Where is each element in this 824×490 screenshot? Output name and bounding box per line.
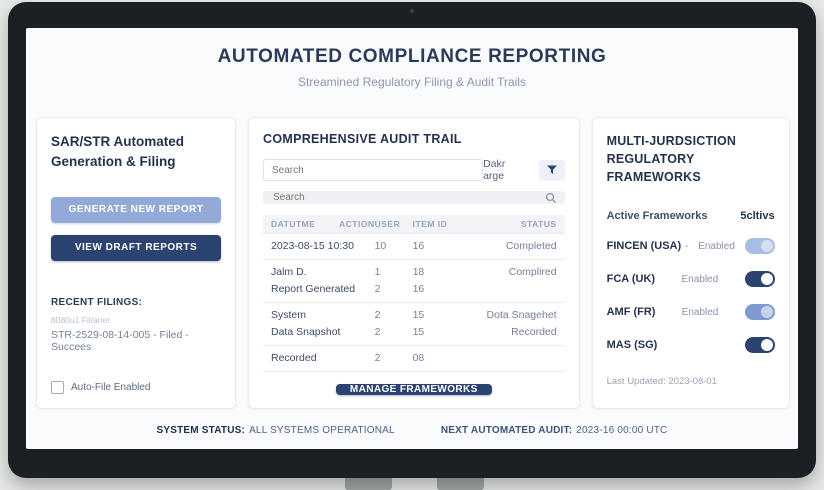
page-title: AUTOMATED COMPLIANCE REPORTING xyxy=(217,46,607,67)
col-header-status: STATUS xyxy=(520,219,557,229)
monitor-frame: AUTOMATED COMPLIANCE REPORTING Streamine… xyxy=(8,2,816,478)
table-row: Recorded 2 08 xyxy=(263,346,565,372)
frameworks-panel: MULTI-JURDSICTION REGULATORY FRAMEWORKS … xyxy=(591,117,790,409)
framework-status: Enabled xyxy=(681,273,719,285)
framework-row-fincen: FINCEN (USA) - Enabled xyxy=(607,237,775,255)
framework-name: AMF (FR) xyxy=(606,306,656,319)
framework-name: FINCEN (USA) xyxy=(606,240,682,253)
audit-table-header: DATUTME ACTION USER ITEM ID STATUS xyxy=(263,215,565,234)
col-header-user: USER xyxy=(374,219,401,229)
col-header-datetime: DATUTME xyxy=(271,219,316,229)
framework-name: MAS (SG) xyxy=(606,339,658,352)
view-drafts-button[interactable]: VIEW DRAFT REPORTS xyxy=(51,234,221,261)
framework-separator: - xyxy=(685,240,689,252)
date-range-label: Dakr arge xyxy=(483,158,506,182)
search-bar xyxy=(263,191,565,204)
search-input-secondary[interactable] xyxy=(271,191,545,204)
next-audit-value: 2023-16 00:00 UTC xyxy=(576,425,668,436)
next-audit-label: NEXT AUTOMATED AUDIT: xyxy=(440,425,573,436)
framework-row-amf: AMF (FR) Enabled xyxy=(607,303,775,321)
audit-trail-panel: COMPREHENSIVE AUDIT TRAIL Dakr arge xyxy=(248,117,580,409)
table-row: 2023-08-15 10:30 10 16 Completed xyxy=(263,234,565,260)
autofile-checkbox[interactable] xyxy=(51,380,64,394)
sar-str-panel: SAR/STR Automated Generation & Filing GE… xyxy=(36,117,236,409)
recent-filings-note: 8080u1 Fil/anet xyxy=(51,314,110,325)
autofile-row: Auto-File Enabled xyxy=(51,380,221,394)
monitor-stand-foot-right xyxy=(437,476,484,490)
next-audit: NEXT AUTOMATED AUDIT: 2023-16 00:00 UTC xyxy=(441,425,668,436)
status-bar: SYSTEM STATUS: ALL SYSTEMS OPERATIONAL NE… xyxy=(26,425,798,449)
system-status-label: SYSTEM STATUS: xyxy=(156,425,246,436)
col-header-item: ITEM ID xyxy=(412,219,448,229)
frameworks-panel-title: MULTI-JURDSICTION REGULATORY FRAMEWORKS xyxy=(606,134,737,185)
table-row: System Data Snapshot 2 2 15 15 Dota Snag… xyxy=(263,303,565,346)
audit-trail-title: COMPREHENSIVE AUDIT TRAIL xyxy=(263,132,462,146)
toggle-amf[interactable] xyxy=(744,304,775,321)
framework-name: FCA (UK) xyxy=(606,273,656,286)
filter-button[interactable] xyxy=(538,159,565,181)
desktop-background: AUTOMATED COMPLIANCE REPORTING Streamine… xyxy=(0,0,824,490)
page-subtitle: Streamined Regulatory Filing & Audit Tra… xyxy=(297,75,527,89)
active-frameworks-row: Active Frameworks 5cltivs xyxy=(607,210,775,222)
recent-filing-entry: STR-2529-08-14-005 - Filed - Succees xyxy=(51,328,189,353)
search-filter-row: Dakr arge xyxy=(263,158,565,182)
cards-row: SAR/STR Automated Generation & Filing GE… xyxy=(26,117,798,409)
framework-row-fca: FCA (UK) Enabled xyxy=(607,270,775,288)
toggle-mas[interactable] xyxy=(744,337,775,354)
framework-status: Enabled xyxy=(681,306,719,318)
generate-report-button[interactable]: GENERATE NEW REPORT xyxy=(51,196,221,223)
last-updated-label: Last Updated: 2023-08-01 xyxy=(606,376,717,388)
framework-row-mas: MAS (SG) xyxy=(607,336,775,354)
system-status-value: ALL SYSTEMS OPERATIONAL xyxy=(249,425,395,436)
framework-status: Enabled xyxy=(698,240,735,252)
toggle-fincen[interactable] xyxy=(744,238,775,255)
search-icon xyxy=(545,192,556,203)
page-header: AUTOMATED COMPLIANCE REPORTING Streamine… xyxy=(26,28,798,89)
search-input[interactable] xyxy=(263,159,484,181)
webcam-dot-icon xyxy=(410,9,414,13)
autofile-label: Auto-File Enabled xyxy=(71,381,151,393)
dashboard-screen: AUTOMATED COMPLIANCE REPORTING Streamine… xyxy=(26,28,798,449)
monitor-stand-foot-left xyxy=(345,476,392,490)
audit-table: DATUTME ACTION USER ITEM ID STATUS 2023-… xyxy=(263,215,565,372)
active-frameworks-label: Active Frameworks xyxy=(606,210,708,223)
system-status: SYSTEM STATUS: ALL SYSTEMS OPERATIONAL xyxy=(157,425,395,436)
table-row: Jalm D. Report Generated 1 2 18 16 Compl… xyxy=(263,260,565,303)
filter-icon xyxy=(546,165,557,174)
toggle-fca[interactable] xyxy=(744,271,775,288)
sar-str-panel-title: SAR/STR Automated Generation & Filing xyxy=(51,134,185,170)
active-frameworks-value: 5cltivs xyxy=(740,210,775,223)
recent-filings-heading: RECENT FILINGS: xyxy=(51,296,143,308)
col-header-action: ACTION xyxy=(339,219,375,229)
manage-frameworks-button[interactable]: MANAGE FRAMEWORKS xyxy=(335,384,492,395)
